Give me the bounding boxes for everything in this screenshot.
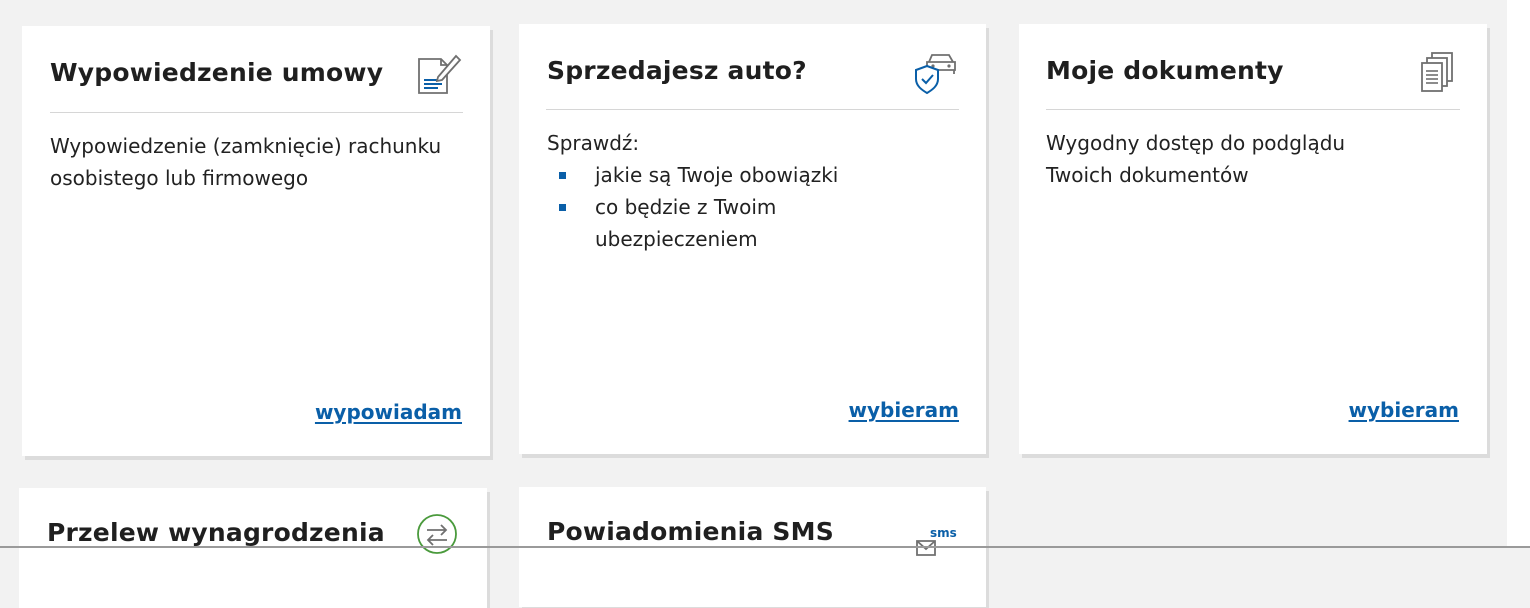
card-title: Moje dokumenty	[1046, 56, 1284, 85]
card-salary-transfer: Przelew wynagrodzenia	[19, 488, 487, 608]
card-selling-car: Sprzedajesz auto? Sprawdź: jakie są Twoj…	[519, 24, 986, 454]
choose-link[interactable]: wybieram	[849, 398, 959, 422]
card-my-documents: Moje dokumenty Wygodny dostęp do podgląd…	[1019, 24, 1487, 454]
card-title: Sprzedajesz auto?	[547, 56, 807, 85]
card-description: Wypowiedzenie (zamknięcie) rachunku osob…	[50, 130, 460, 194]
card-description: Wygodny dostęp do podglądu Twoich dokume…	[1046, 127, 1346, 191]
list-item: co będzie z Twoim ubezpieczeniem	[547, 191, 815, 255]
description-text: Wygodny dostęp do podglądu Twoich dokume…	[1046, 131, 1346, 187]
card-title: Przelew wynagrodzenia	[47, 518, 385, 547]
card-description: Sprawdź: jakie są Twoje obowiązki co będ…	[547, 127, 957, 255]
card-title: Powiadomienia SMS	[547, 517, 834, 546]
description-intro: Sprawdź:	[547, 131, 640, 155]
page-edge-strip	[1507, 0, 1530, 548]
obligations-list: jakie są Twoje obowiązki co będzie z Two…	[547, 159, 957, 255]
document-sign-icon	[418, 54, 462, 94]
card-divider	[546, 109, 959, 110]
transfer-arrows-icon	[417, 514, 457, 554]
card-divider	[50, 112, 463, 113]
documents-stack-icon	[1421, 52, 1453, 92]
sms-icon-text: sms	[930, 526, 957, 540]
list-item-text: co będzie z Twoim ubezpieczeniem	[595, 195, 777, 251]
card-contract-termination: Wypowiedzenie umowy Wypowiedzenie (zamkn…	[22, 26, 490, 456]
car-shield-icon	[915, 54, 956, 95]
bullet-icon	[559, 172, 566, 179]
card-title: Wypowiedzenie umowy	[50, 58, 384, 87]
description-text: Wypowiedzenie (zamknięcie) rachunku osob…	[50, 134, 442, 190]
bullet-icon	[559, 204, 566, 211]
terminate-link[interactable]: wypowiadam	[315, 400, 462, 424]
choose-link[interactable]: wybieram	[1349, 398, 1459, 422]
list-item-text: jakie są Twoje obowiązki	[595, 163, 839, 187]
list-item: jakie są Twoje obowiązki	[547, 159, 957, 191]
card-divider	[1046, 109, 1460, 110]
